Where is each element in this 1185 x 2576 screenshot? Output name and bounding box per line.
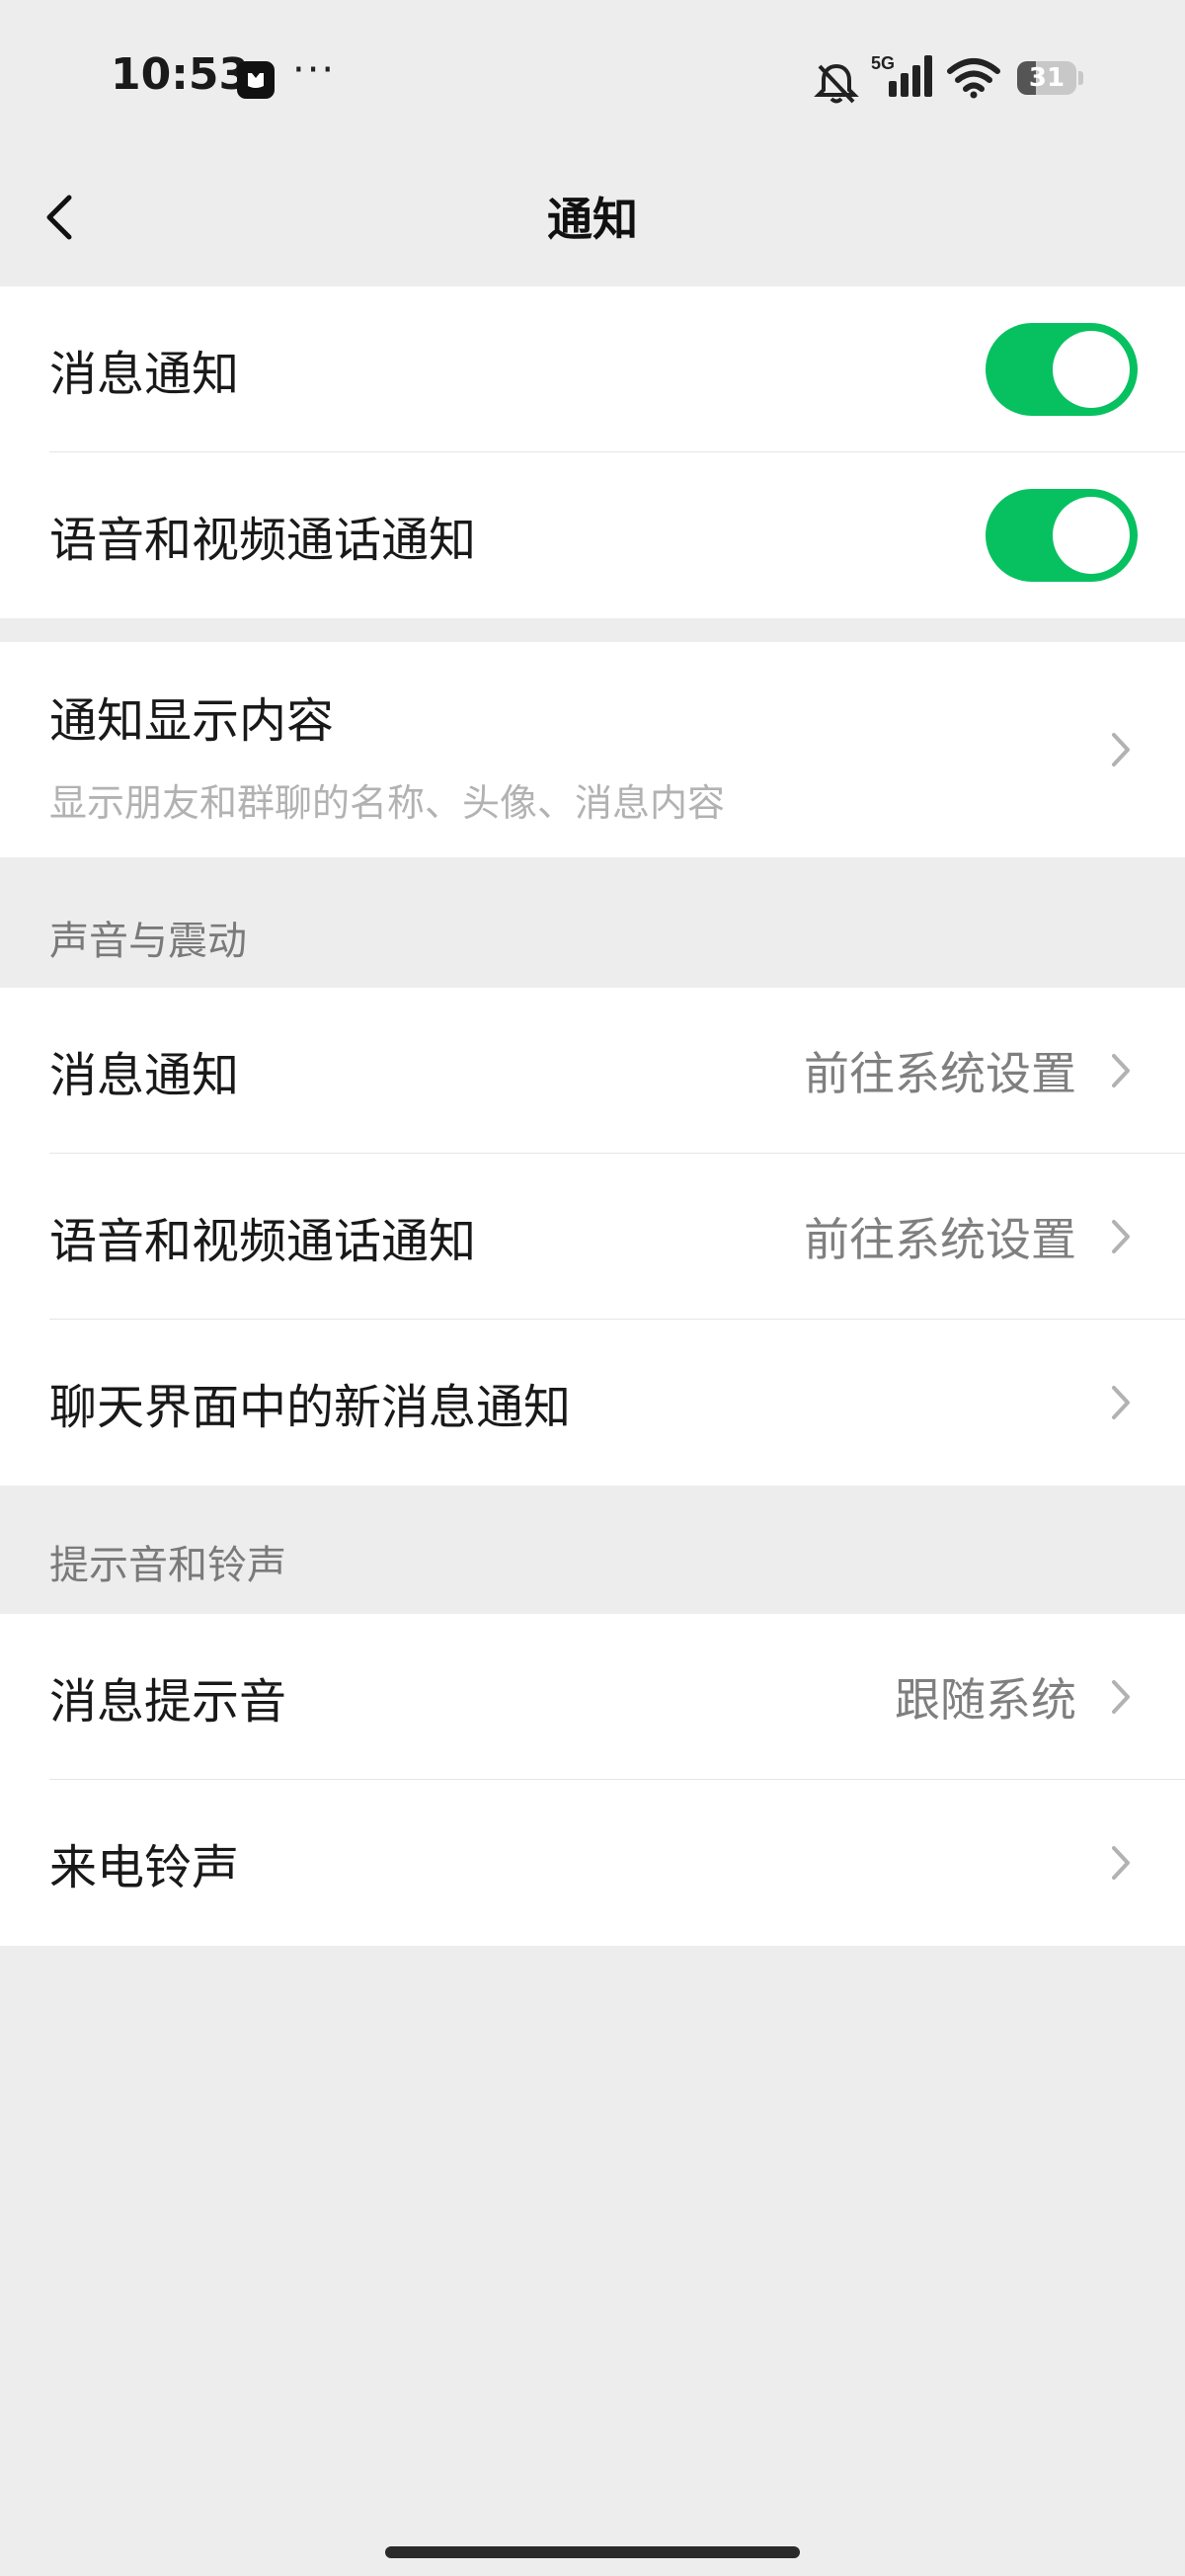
page-title: 通知 (547, 193, 638, 246)
call-notification-toggle[interactable] (986, 489, 1138, 582)
chevron-right-icon (1112, 1680, 1130, 1714)
message-notification-toggle[interactable] (986, 323, 1138, 416)
row-label: 聊天界面中的新消息通知 (49, 1380, 572, 1435)
battery-level-text: 31 (1028, 63, 1066, 93)
svg-text:5G: 5G (871, 53, 895, 73)
row-value: 前往系统设置 (804, 1213, 1076, 1266)
list-item[interactable]: 消息提示音 跟随系统 (0, 1614, 1185, 1780)
row-sublabel: 显示朋友和群聊的名称、头像、消息内容 (49, 781, 726, 825)
cellular-signal-icon: 5G (871, 53, 932, 97)
list-item[interactable]: 消息通知 前往系统设置 (0, 988, 1185, 1154)
row-value: 前往系统设置 (804, 1047, 1076, 1100)
notification-display-content-row[interactable]: 通知显示内容 显示朋友和群聊的名称、头像、消息内容 (0, 642, 1185, 857)
chevron-right-icon (1112, 1386, 1130, 1419)
section-header-ringtone: 提示音和铃声 (49, 1543, 286, 1588)
toggle-row-message-notification: 消息通知 (0, 286, 1185, 452)
chevron-right-icon (1112, 1220, 1130, 1253)
section-header-sound: 声音与震动 (49, 919, 247, 964)
mute-bell-icon (814, 63, 859, 104)
row-label: 消息提示音 (49, 1674, 287, 1730)
list-item[interactable]: 语音和视频通话通知 前往系统设置 (0, 1154, 1185, 1320)
nav-bar: 通知 (0, 148, 1185, 286)
chevron-right-icon (1112, 1054, 1130, 1087)
toggle-knob (1053, 331, 1130, 408)
chevron-right-icon (1112, 1846, 1130, 1880)
wifi-icon (947, 58, 1000, 99)
row-label: 来电铃声 (49, 1840, 240, 1895)
more-notifications-icon: ··· (292, 47, 337, 93)
toggle-row-call-notification: 语音和视频通话通知 (0, 452, 1185, 618)
ringtone-group: 消息提示音 跟随系统 来电铃声 (0, 1614, 1185, 1946)
row-label: 通知显示内容 (49, 693, 335, 749)
toggle-knob (1053, 497, 1130, 574)
sound-vibration-group: 消息通知 前往系统设置 语音和视频通话通知 前往系统设置 聊天界面中的新消息通知 (0, 988, 1185, 1486)
chevron-right-icon (1112, 733, 1130, 766)
status-time: 10:53 (111, 49, 250, 100)
row-label: 语音和视频通话通知 (49, 1214, 477, 1269)
list-item[interactable]: 聊天界面中的新消息通知 (0, 1320, 1185, 1486)
battery-icon: 31 (1017, 61, 1076, 95)
app-notification-icon (237, 61, 275, 99)
battery-cap (1078, 71, 1083, 85)
notification-toggles-group: 消息通知 语音和视频通话通知 (0, 286, 1185, 618)
row-label: 消息通知 (49, 1048, 240, 1103)
status-bar: 10:53 ··· 5G 5G 31 (0, 0, 1185, 148)
row-value: 跟随系统 (895, 1673, 1076, 1727)
home-indicator[interactable] (385, 2546, 800, 2558)
list-item[interactable]: 来电铃声 (0, 1780, 1185, 1946)
row-label: 语音和视频通话通知 (49, 513, 477, 568)
row-label: 消息通知 (49, 347, 240, 402)
